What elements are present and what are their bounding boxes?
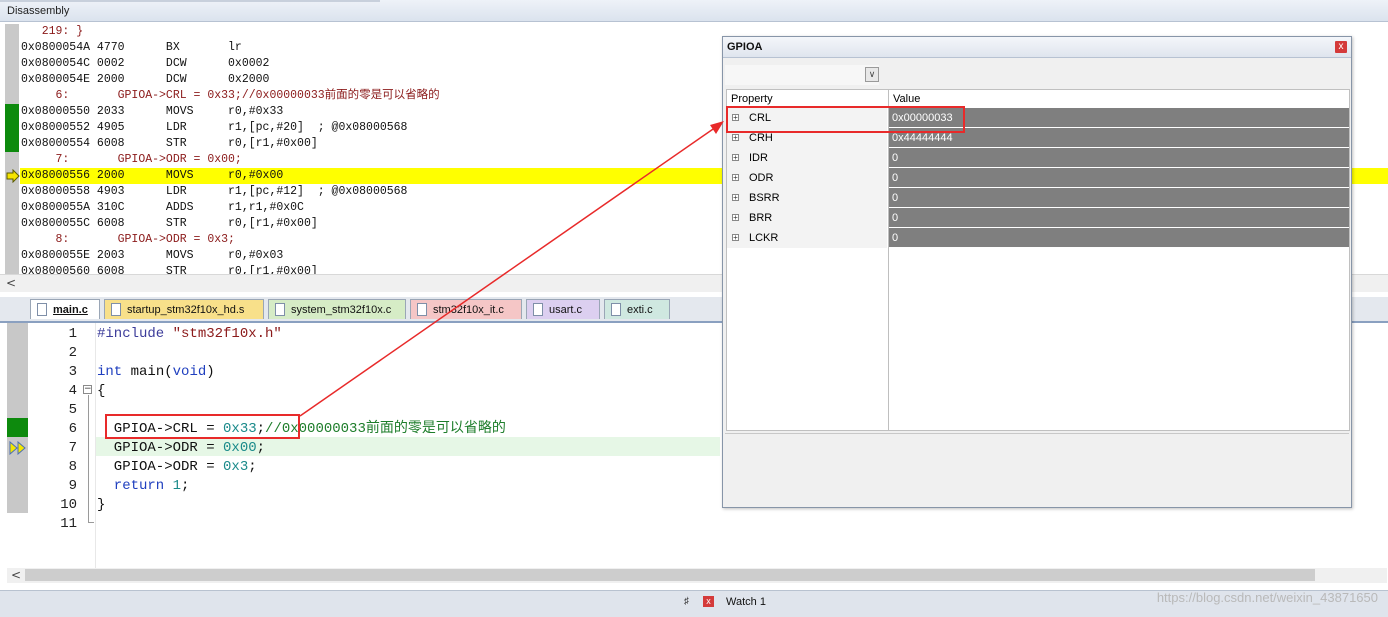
annotation-arrow	[299, 121, 724, 417]
